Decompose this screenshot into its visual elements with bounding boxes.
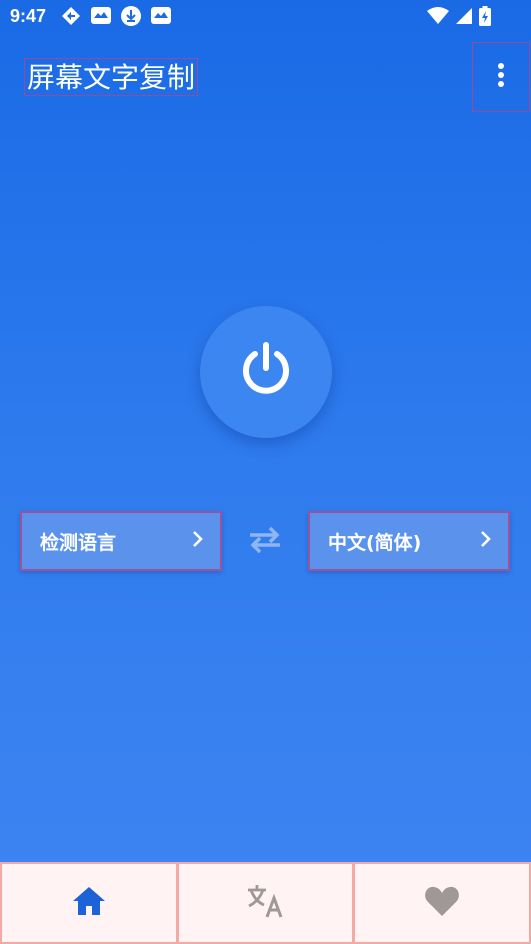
tab-home[interactable] (0, 862, 178, 944)
signal-icon (455, 7, 473, 29)
heart-icon (424, 885, 460, 921)
target-language-button[interactable]: 中文(简体) (308, 511, 510, 571)
status-icons-right (427, 6, 491, 30)
power-icon (240, 342, 292, 402)
app-notification-icon (90, 5, 112, 27)
battery-charging-icon (479, 6, 491, 30)
status-bar: 9:47 (0, 0, 531, 36)
navigation-icon (60, 5, 82, 27)
more-vert-icon (497, 62, 505, 92)
chevron-right-icon (480, 530, 492, 552)
status-time: 9:47 (10, 6, 47, 26)
wifi-icon (427, 7, 449, 29)
chevron-right-icon (192, 530, 204, 552)
translate-icon (246, 883, 286, 923)
bottom-navigation (0, 862, 531, 944)
source-language-button[interactable]: 检测语言 (20, 511, 222, 571)
swap-icon (246, 525, 284, 559)
power-button[interactable] (200, 306, 332, 438)
status-icons-left (60, 5, 172, 27)
source-language-label: 检测语言 (40, 531, 117, 554)
tab-favorites[interactable] (353, 862, 531, 944)
page-title: 屏幕文字复制 (24, 58, 199, 96)
target-language-label: 中文(简体) (328, 531, 422, 554)
app-notification-icon (150, 5, 172, 27)
screen: 9:47 屏幕文字复制 检测语言 中文(简体) (0, 0, 531, 944)
home-icon (72, 886, 106, 920)
swap-languages-button[interactable] (245, 524, 285, 560)
tab-translate[interactable] (176, 862, 355, 944)
download-icon (120, 5, 142, 27)
more-options-button[interactable] (472, 42, 530, 112)
